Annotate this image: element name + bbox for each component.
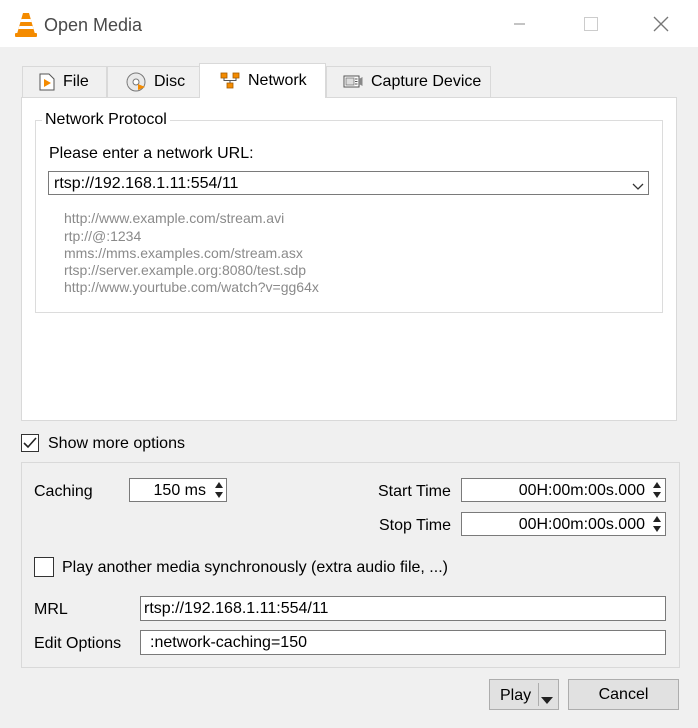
spin-updown-icon: [215, 482, 223, 498]
minimize-button[interactable]: [497, 0, 543, 47]
edit-options-value[interactable]: :network-caching=150: [150, 634, 307, 652]
spin-arrows[interactable]: [650, 514, 664, 534]
edit-options-field[interactable]: :network-caching=150: [140, 630, 666, 655]
caching-spinbox[interactable]: 150 ms: [129, 478, 227, 502]
maximize-icon: [584, 16, 598, 31]
mrl-field[interactable]: rtsp://192.168.1.11:554/11: [140, 596, 666, 621]
mrl-label: MRL: [34, 601, 68, 618]
spin-updown-icon: [653, 516, 661, 532]
cancel-button-label[interactable]: Cancel: [599, 686, 649, 704]
example-url: http://www.yourtube.com/watch?v=gg64x: [64, 279, 319, 295]
play-sync-checkbox[interactable]: [34, 557, 54, 577]
tab-file[interactable]: File: [22, 66, 107, 97]
split-divider: [538, 683, 539, 706]
vlc-cone-icon: [14, 12, 38, 38]
maximize-button[interactable]: [568, 0, 614, 47]
stop-time-value[interactable]: 00H:00m:00s.000: [462, 516, 645, 534]
tab-label: File: [63, 73, 89, 90]
start-time-value[interactable]: 00H:00m:00s.000: [462, 482, 645, 500]
play-button[interactable]: Play: [489, 679, 559, 710]
url-input-value[interactable]: rtsp://192.168.1.11:554/11: [54, 175, 238, 193]
tab-label: Network: [248, 72, 307, 89]
tab-label: Disc: [154, 73, 186, 90]
show-more-label[interactable]: Show more options: [48, 435, 185, 453]
stop-time-spinbox[interactable]: 00H:00m:00s.000: [461, 512, 666, 536]
tab-network[interactable]: Network: [199, 63, 326, 98]
caching-value[interactable]: 150 ms: [130, 482, 206, 500]
capture-device-icon: [343, 75, 363, 88]
file-icon: [39, 73, 55, 91]
group-title: Network Protocol: [42, 111, 170, 129]
disc-icon: [126, 72, 146, 92]
spin-updown-icon: [653, 482, 661, 498]
play-sync-label[interactable]: Play another media synchronously (extra …: [62, 559, 448, 577]
edit-options-label: Edit Options: [34, 635, 122, 652]
url-prompt-label: Please enter a network URL:: [49, 145, 254, 162]
caching-label: Caching: [34, 483, 93, 500]
tab-disc[interactable]: Disc: [107, 66, 200, 97]
network-icon: [220, 72, 240, 89]
start-time-label: Start Time: [378, 483, 451, 500]
play-dropdown-arrow-icon[interactable]: [541, 691, 553, 709]
mrl-value[interactable]: rtsp://192.168.1.11:554/11: [144, 600, 328, 618]
example-url: rtsp://server.example.org:8080/test.sdp: [64, 262, 307, 278]
spin-arrows[interactable]: [212, 480, 226, 500]
tab-capture-device[interactable]: Capture Device: [326, 66, 491, 97]
stop-time-label: Stop Time: [379, 517, 452, 534]
cancel-button[interactable]: Cancel: [568, 679, 679, 710]
example-url: rtp://@:1234: [64, 228, 142, 244]
close-button[interactable]: [638, 0, 684, 47]
close-icon: [653, 16, 669, 31]
play-button-label[interactable]: Play: [500, 687, 531, 705]
chevron-down-icon[interactable]: [632, 178, 644, 196]
spin-arrows[interactable]: [650, 480, 664, 500]
example-url: mms://mms.examples.com/stream.asx: [64, 245, 303, 261]
example-url: http://www.example.com/stream.avi: [64, 210, 285, 226]
window-title: Open Media: [44, 15, 143, 35]
tab-label: Capture Device: [371, 73, 482, 90]
minimize-icon: [514, 23, 525, 24]
start-time-spinbox[interactable]: 00H:00m:00s.000: [461, 478, 666, 502]
show-more-checkbox[interactable]: [21, 434, 39, 452]
checkmark-icon: [23, 437, 37, 449]
